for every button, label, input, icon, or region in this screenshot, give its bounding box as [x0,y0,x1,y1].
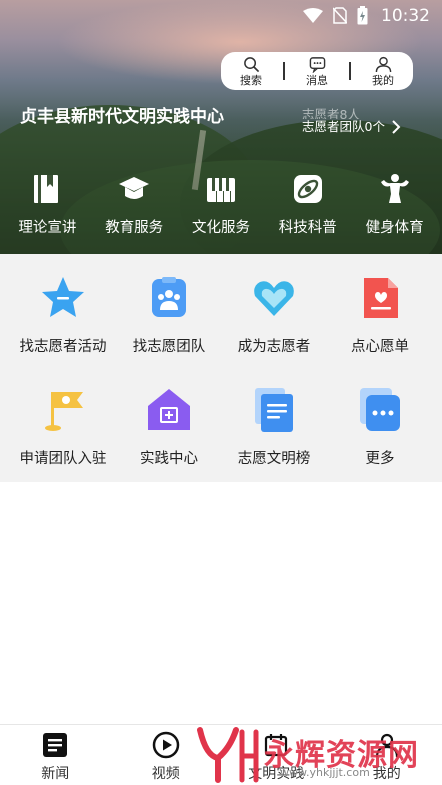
book-icon [34,175,59,203]
menu-divider [283,62,285,80]
service-label: 申请团队入驻 [19,451,107,467]
status-time: 10:32 [381,6,430,26]
news-icon [43,733,68,757]
service-label: 找志愿团队 [132,339,206,355]
status-icons [303,6,368,25]
category-label: 健身体育 [365,220,424,236]
user-icon [375,56,391,72]
service-label: 实践中心 [140,451,198,467]
message-label: 消息 [306,73,328,87]
piano-icon [206,178,235,202]
nav-video[interactable]: 视频 [111,725,222,785]
apply-team-button[interactable]: 申请团队入驻 [8,386,118,468]
wifi-icon [303,7,323,23]
more-button[interactable]: 更多 [325,386,435,468]
message-button[interactable]: 消息 [289,56,345,87]
house-icon [148,389,190,430]
become-volunteer-button[interactable]: 成为志愿者 [219,274,329,356]
fitness-icon [380,174,409,203]
service-label: 成为志愿者 [237,339,311,355]
nav-label: 文明实践 [248,766,305,782]
category-label: 理论宣讲 [18,220,77,236]
nav-label: 我的 [372,766,401,782]
profile-button[interactable]: 我的 [355,56,411,87]
top-menu: 搜索 消息 我的 [221,52,413,90]
nav-label: 新闻 [41,766,70,782]
search-button[interactable]: 搜索 [223,56,279,87]
category-fitness[interactable]: 健身体育 [351,172,438,237]
profile-label: 我的 [372,73,394,87]
service-label: 志愿文明榜 [237,451,311,467]
nav-news[interactable]: 新闻 [0,725,111,785]
graduation-cap-icon [119,177,150,199]
service-label: 点心愿单 [351,339,409,355]
nav-label: 视频 [151,766,180,782]
bottom-nav: 新闻 视频 文明实践 我的 [0,724,442,785]
menu-divider [349,62,351,80]
service-label: 找志愿者活动 [19,339,107,355]
search-icon [243,56,259,72]
heart-hands-icon [254,281,294,316]
message-icon [309,56,325,73]
service-grid: 找志愿者活动 找志愿团队 成为志愿者 点心愿单 申请团队入驻 实践中心 志愿文明… [0,254,442,482]
search-label: 搜索 [240,73,262,87]
satellite-icon [293,175,322,203]
center-title: 贞丰县新时代文明实践中心 [20,107,224,127]
team-info[interactable]: 志愿者8人 志愿者团队0个 [302,107,401,134]
category-culture[interactable]: 文化服务 [178,172,265,237]
practice-center-button[interactable]: 实践中心 [114,386,224,468]
more-icon [360,388,400,431]
practice-icon [265,734,288,757]
category-row: 理论宣讲 教育服务 文化服务 科技科普 健身体育 [0,172,442,237]
team-count-text: 志愿者团队0个 [302,119,385,134]
play-icon [152,731,179,759]
wish-list-button[interactable]: 点心愿单 [325,274,435,356]
no-sim-icon [333,7,347,24]
category-label: 文化服务 [191,220,250,236]
nav-mine[interactable]: 我的 [332,725,442,785]
find-activity-button[interactable]: 找志愿者活动 [8,274,118,356]
nav-practice[interactable]: 文明实践 [221,725,332,785]
volunteer-ranking-button[interactable]: 志愿文明榜 [219,386,329,468]
wish-list-icon [364,278,398,318]
team-icon [152,277,186,317]
category-label: 科技科普 [278,220,337,236]
star-icon [42,277,84,317]
category-education[interactable]: 教育服务 [91,172,178,237]
chevron-right-icon [392,119,401,134]
find-team-button[interactable]: 找志愿团队 [114,274,224,356]
category-label: 教育服务 [105,220,164,236]
flag-icon [45,392,83,431]
category-science[interactable]: 科技科普 [264,172,351,237]
volunteer-count-text: 志愿者8人 [302,107,360,119]
service-label: 更多 [365,451,395,467]
document-icon [255,388,293,432]
status-bar: 10:32 [0,0,442,32]
user-icon [375,733,398,758]
category-theory[interactable]: 理论宣讲 [4,172,91,237]
hero-banner: 10:32 搜索 消息 我的 贞丰县新时代文明实践中心 志愿者8人 志愿者团队0… [0,0,442,254]
battery-charging-icon [357,6,368,25]
